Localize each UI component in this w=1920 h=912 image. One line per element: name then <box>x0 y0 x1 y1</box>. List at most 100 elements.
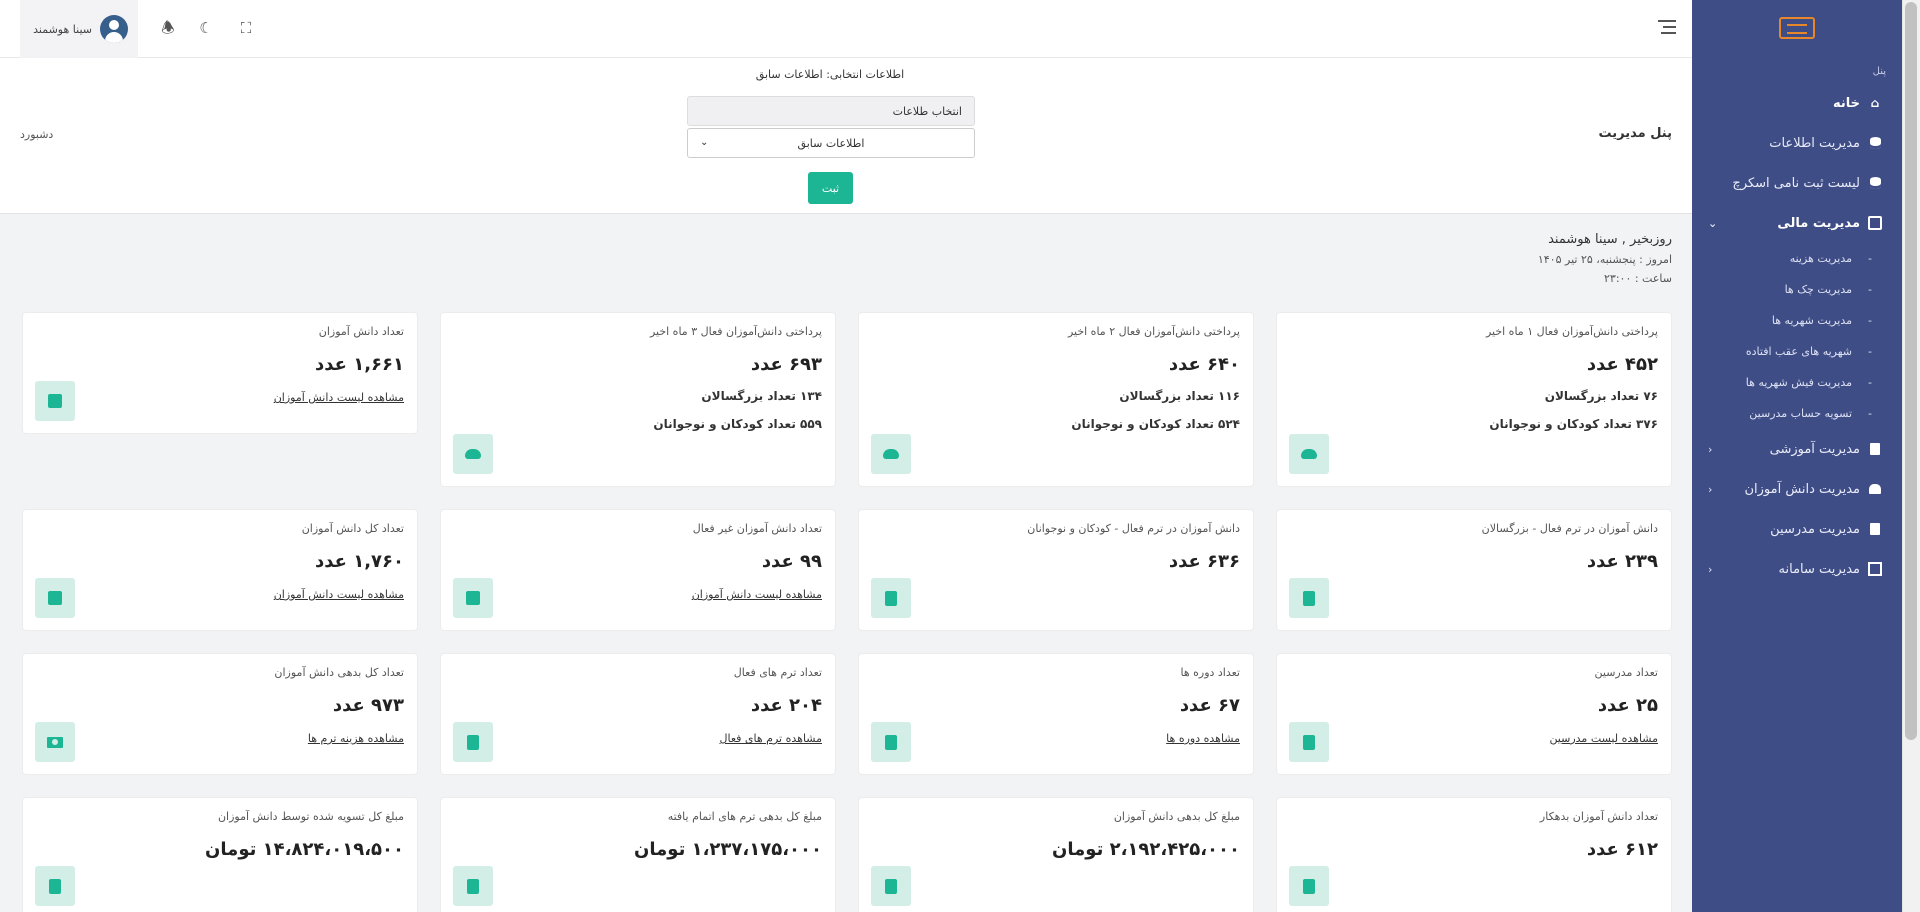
book-icon[interactable] <box>453 722 493 762</box>
card-value: ۲۵ عدد <box>1597 695 1658 716</box>
stat-card: مبلغ کل بدهی دانش آموزان ۲،۱۹۲،۴۲۵،۰۰۰ تو… <box>858 797 1254 912</box>
school-icon[interactable] <box>35 381 75 421</box>
chevron-down-icon: ⌄ <box>700 137 709 148</box>
sidebar-subitem-cheques[interactable]: مدیریت چک ها <box>1692 274 1902 305</box>
logo[interactable] <box>1692 0 1902 56</box>
bell-icon[interactable]: 🕭 <box>160 20 176 36</box>
sidebar-item-info-management[interactable]: مدیریت اطلاعات <box>1692 123 1902 163</box>
card-value: ۲،۱۹۲،۴۲۵،۰۰۰ تومان <box>1052 839 1240 860</box>
sidebar-item-label: مدیریت مالی <box>1777 215 1860 231</box>
book-open-icon[interactable] <box>871 722 911 762</box>
sidebar-subitem-overdue-tuitions[interactable]: شهریه های عقب افتاده <box>1692 336 1902 367</box>
school-icon[interactable] <box>453 578 493 618</box>
sidebar-item-finance[interactable]: مدیریت مالی ⌄ <box>1692 203 1902 243</box>
invoice-icon[interactable] <box>453 866 493 906</box>
sidebar-section-label: پنل <box>1872 66 1886 77</box>
scrollbar[interactable] <box>1902 0 1920 912</box>
card-title: تعداد دانش آموزان <box>318 325 404 338</box>
card-title: مبلغ کل بدهی ترم های اتمام یافته <box>667 810 822 823</box>
sidebar-item-teachers[interactable]: مدیریت مدرسین <box>1692 509 1902 549</box>
card-value: ۱,۷۶۰ عدد <box>315 551 404 572</box>
moon-icon[interactable]: ☾ <box>198 20 214 36</box>
data-source-select[interactable]: اطلاعات سابق ⌄ <box>687 128 975 158</box>
home-icon: ⌂ <box>1870 96 1880 110</box>
sidebar: پنل ⌂ خانه مدیریت اطلاعات لیست ثبت نامی … <box>1692 0 1902 912</box>
card-title: پرداختی دانش‌آموزان فعال ۲ ماه اخیر <box>1067 325 1240 338</box>
card-row: دانش آموزان در ترم فعال - بزرگسالان ۲۳۹ ع… <box>20 509 1672 631</box>
user-menu[interactable]: سینا هوشمند <box>20 0 138 58</box>
fullscreen-icon[interactable]: ⛶ <box>238 20 254 36</box>
card-link[interactable]: مشاهده لیست دانش آموزان <box>274 588 404 601</box>
chevron-left-icon: ‹ <box>1708 442 1713 456</box>
card-link[interactable]: مشاهده دوره ها <box>1166 732 1240 745</box>
school-icon[interactable] <box>35 578 75 618</box>
card-value: ۶۳۶ عدد <box>1168 551 1240 572</box>
stat-card: تعداد دانش آموزان بدهکار ۶۱۲ عدد <box>1276 797 1672 912</box>
card-title: تعداد دانش آموزان بدهکار <box>1539 810 1658 823</box>
cloud-upload-icon[interactable] <box>453 434 493 474</box>
breadcrumb[interactable]: دشبورد <box>20 128 53 141</box>
sidebar-item-label: لیست ثبت نامی اسکرچ <box>1732 175 1860 191</box>
card-extra: ۱۱۶ تعداد بزرگسالان <box>1119 389 1240 403</box>
card-value: ۱،۲۳۷،۱۷۵،۰۰۰ تومان <box>634 839 822 860</box>
greeting: روزبخیر , سینا هوشمند امروز : پنجشنبه، ۲… <box>1538 232 1672 291</box>
card-link[interactable]: مشاهده ترم های فعال <box>720 732 823 745</box>
sidebar-item-students[interactable]: مدیریت دانش آموزان ‹ <box>1692 469 1902 509</box>
page-title: پنل مدیریت <box>1598 126 1673 141</box>
invoice-icon[interactable] <box>35 866 75 906</box>
card-title: پرداختی دانش‌آموزان فعال ۳ ماه اخیر <box>649 325 822 338</box>
invoice-icon[interactable] <box>871 866 911 906</box>
card-row: تعداد دانش آموزان بدهکار ۶۱۲ عدد مبلغ کل ب… <box>20 797 1672 912</box>
money-icon[interactable] <box>35 722 75 762</box>
chevron-left-icon: ‹ <box>1708 482 1713 496</box>
id-card-icon[interactable] <box>1289 722 1329 762</box>
card-value: ۲۰۴ عدد <box>750 695 822 716</box>
card-title: پرداختی دانش‌آموزان فعال ۱ ماه اخیر <box>1485 325 1658 338</box>
id-card-icon[interactable] <box>1289 866 1329 906</box>
selected-info: اطلاعات انتخابی: اطلاعات سابق <box>755 68 905 81</box>
cloud-upload-icon[interactable] <box>871 434 911 474</box>
card-extra: ۵۲۴ تعداد کودکان و نوجوانان <box>1071 417 1240 431</box>
filter-bar: اطلاعات انتخابی: اطلاعات سابق انتخاب طلا… <box>0 58 1692 214</box>
stat-card: تعداد دوره ها ۶۷ عدد مشاهده دوره ها <box>858 653 1254 775</box>
card-link[interactable]: مشاهده لیست دانش آموزان <box>274 391 404 404</box>
stat-card: تعداد دانش آموزان ۱,۶۶۱ عدد مشاهده لیست دا… <box>22 312 418 434</box>
greeting-text: روزبخیر , سینا هوشمند <box>1548 232 1672 247</box>
sidebar-item-system[interactable]: مدیریت سامانه ‹ <box>1692 549 1902 589</box>
stat-card: دانش آموزان در ترم فعال - بزرگسالان ۲۳۹ ع… <box>1276 509 1672 631</box>
card-link[interactable]: مشاهده لیست مدرسین <box>1549 732 1658 745</box>
stat-card: تعداد ترم های فعال ۲۰۴ عدد مشاهده ترم های … <box>440 653 836 775</box>
scrollbar-thumb[interactable] <box>1905 2 1917 740</box>
card-value: ۱۴،۸۲۴،۰۱۹،۵۰۰ تومان <box>205 839 404 860</box>
card-title: تعداد دانش آموزان غیر فعال <box>692 522 822 535</box>
sidebar-subitem-tuition-receipts[interactable]: مدیریت فیش شهریه ها <box>1692 367 1902 398</box>
wallet-icon <box>1868 216 1882 230</box>
sidebar-item-scratch-list[interactable]: لیست ثبت نامی اسکرچ <box>1692 163 1902 203</box>
card-value: ۲۳۹ عدد <box>1586 551 1658 572</box>
database-icon <box>1868 136 1882 150</box>
stat-card: دانش آموزان در ترم فعال - کودکان و نوجوا… <box>858 509 1254 631</box>
book-open-icon[interactable] <box>1289 578 1329 618</box>
book-open-icon[interactable] <box>871 578 911 618</box>
avatar <box>100 15 128 43</box>
stat-card: پرداختی دانش‌آموزان فعال ۳ ماه اخیر ۶۹۳ ع… <box>440 312 836 487</box>
stat-card: تعداد کل بدهی دانش آموزان ۹۷۳ عدد مشاهده ه… <box>22 653 418 775</box>
card-link[interactable]: مشاهده لیست دانش آموزان <box>692 588 822 601</box>
sidebar-item-education[interactable]: مدیریت آموزشی ‹ <box>1692 429 1902 469</box>
menu-toggle-icon[interactable] <box>1658 20 1676 34</box>
card-title: دانش آموزان در ترم فعال - کودکان و نوجوا… <box>1027 522 1240 535</box>
card-title: مبلغ کل بدهی دانش آموزان <box>1113 810 1240 823</box>
sidebar-item-label: مدیریت آموزشی <box>1769 441 1860 457</box>
card-link[interactable]: مشاهده هزینه ترم ها <box>308 732 404 745</box>
chevron-left-icon: ‹ <box>1708 562 1713 576</box>
submit-button[interactable]: ثبت <box>808 172 853 204</box>
sidebar-subitem-tuitions[interactable]: مدیریت شهریه ها <box>1692 305 1902 336</box>
sidebar-subitem-expenses[interactable]: مدیریت هزینه <box>1692 243 1902 274</box>
cloud-upload-icon[interactable] <box>1289 434 1329 474</box>
stat-card: مبلغ کل تسویه شده توسط دانش آموزان ۱۴،۸۲۴… <box>22 797 418 912</box>
sidebar-item-label: مدیریت دانش آموزان <box>1744 481 1860 497</box>
card-value: ۹۷۳ عدد <box>332 695 404 716</box>
sidebar-subitem-teacher-settlement[interactable]: تسویه حساب مدرسین <box>1692 398 1902 429</box>
stats-cards: پرداختی دانش‌آموزان فعال ۱ ماه اخیر ۴۵۲ ع… <box>20 312 1672 912</box>
sidebar-item-home[interactable]: ⌂ خانه <box>1692 83 1902 123</box>
